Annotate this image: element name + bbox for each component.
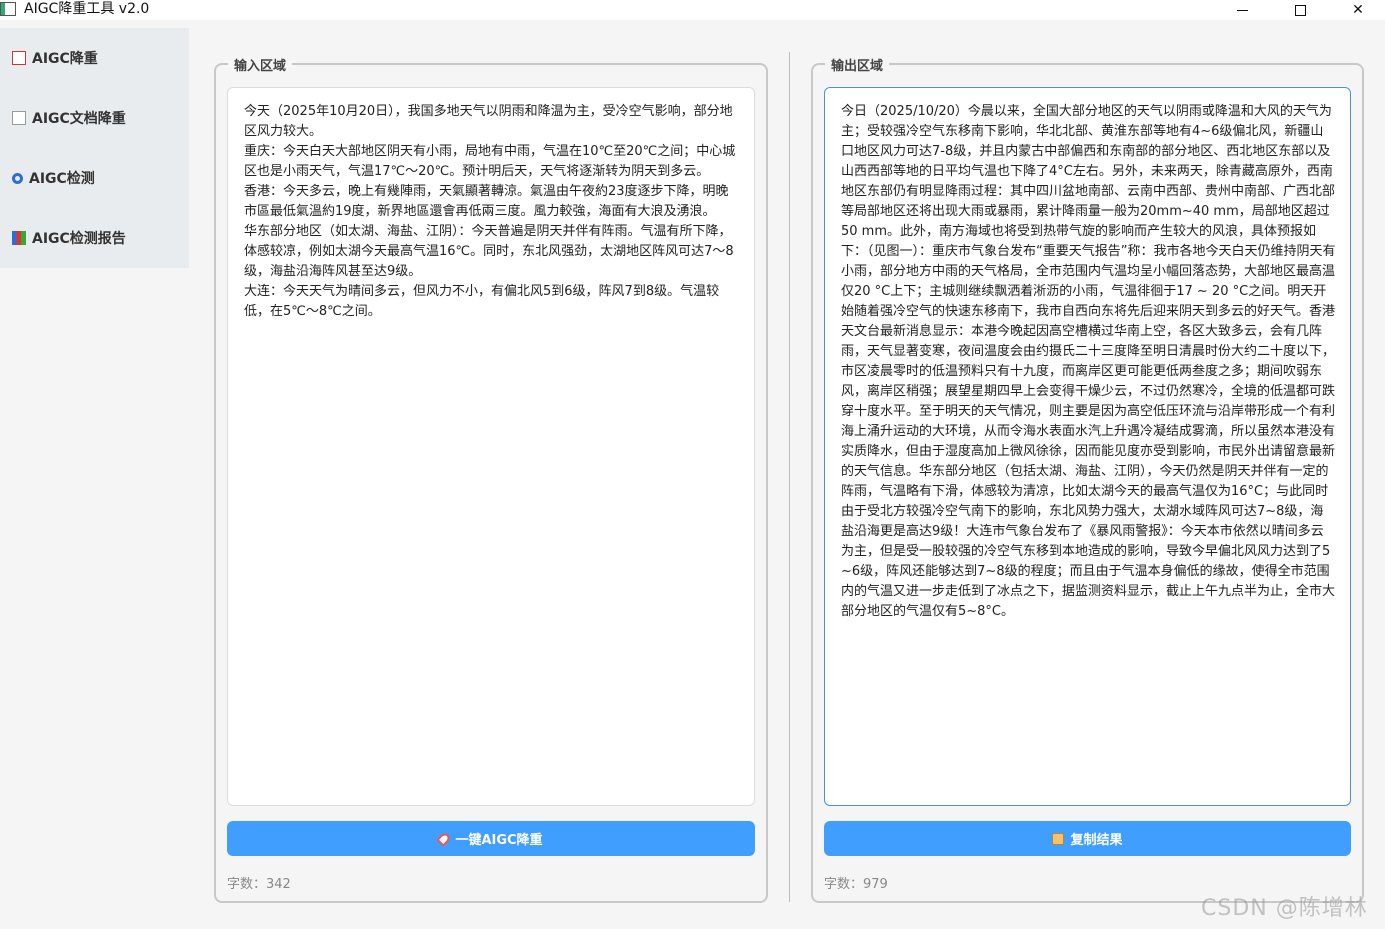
maximize-icon [1294,4,1306,16]
sidebar-item-label: AIGC降重 [32,51,98,67]
magnifier-icon [12,172,23,184]
rewrite-button-label: 一键AIGC降重 [455,833,543,848]
watermark: CSDN @陈增林 [1201,896,1368,921]
close-icon: ✕ [1352,2,1364,18]
pencil-doc-icon [12,51,26,65]
sidebar-item-label: AIGC文档降重 [32,111,126,127]
maximize-button[interactable] [1277,0,1323,20]
title-bar: AIGC降重工具 v2.0 ✕ [0,0,1385,20]
input-textarea[interactable]: 今天（2025年10月20日），我国多地天气以阴雨和降温为主，受冷空气影响，部分… [227,87,755,806]
one-click-rewrite-button[interactable]: 一键AIGC降重 [227,821,755,856]
output-group-title: 输出区域 [825,55,890,74]
sidebar-item-detect-report[interactable]: AIGC检测报告 [0,208,189,268]
sidebar-item-label: AIGC检测报告 [32,231,126,247]
document-icon [12,111,26,125]
copy-button-label: 复制结果 [1070,833,1123,848]
input-char-count: 字数：342 [227,877,291,892]
window-title: AIGC降重工具 v2.0 [24,1,150,17]
sidebar-item-aigc-rewrite[interactable]: AIGC降重 [0,28,189,88]
sidebar-item-doc-rewrite[interactable]: AIGC文档降重 [0,88,189,148]
minimize-icon [1236,9,1248,11]
sidebar: AIGC降重 AIGC文档降重 AIGC检测 AIGC检测报告 [0,28,189,268]
minimize-button[interactable] [1219,0,1265,20]
output-char-count: 字数：979 [824,877,888,892]
rocket-icon [436,830,453,847]
app-icon [0,2,16,16]
copy-result-button[interactable]: 复制结果 [824,821,1351,856]
sidebar-item-aigc-detect[interactable]: AIGC检测 [0,148,189,208]
close-button[interactable]: ✕ [1335,0,1381,20]
input-group-title: 输入区域 [228,55,293,74]
clipboard-icon [1052,832,1065,845]
bar-chart-icon [12,231,26,245]
output-textarea[interactable]: 今日（2025/10/20）今晨以来，全国大部分地区的天气以阴雨或降温和大风的天… [824,87,1351,806]
panel-divider [789,52,790,902]
sidebar-item-label: AIGC检测 [29,171,95,187]
